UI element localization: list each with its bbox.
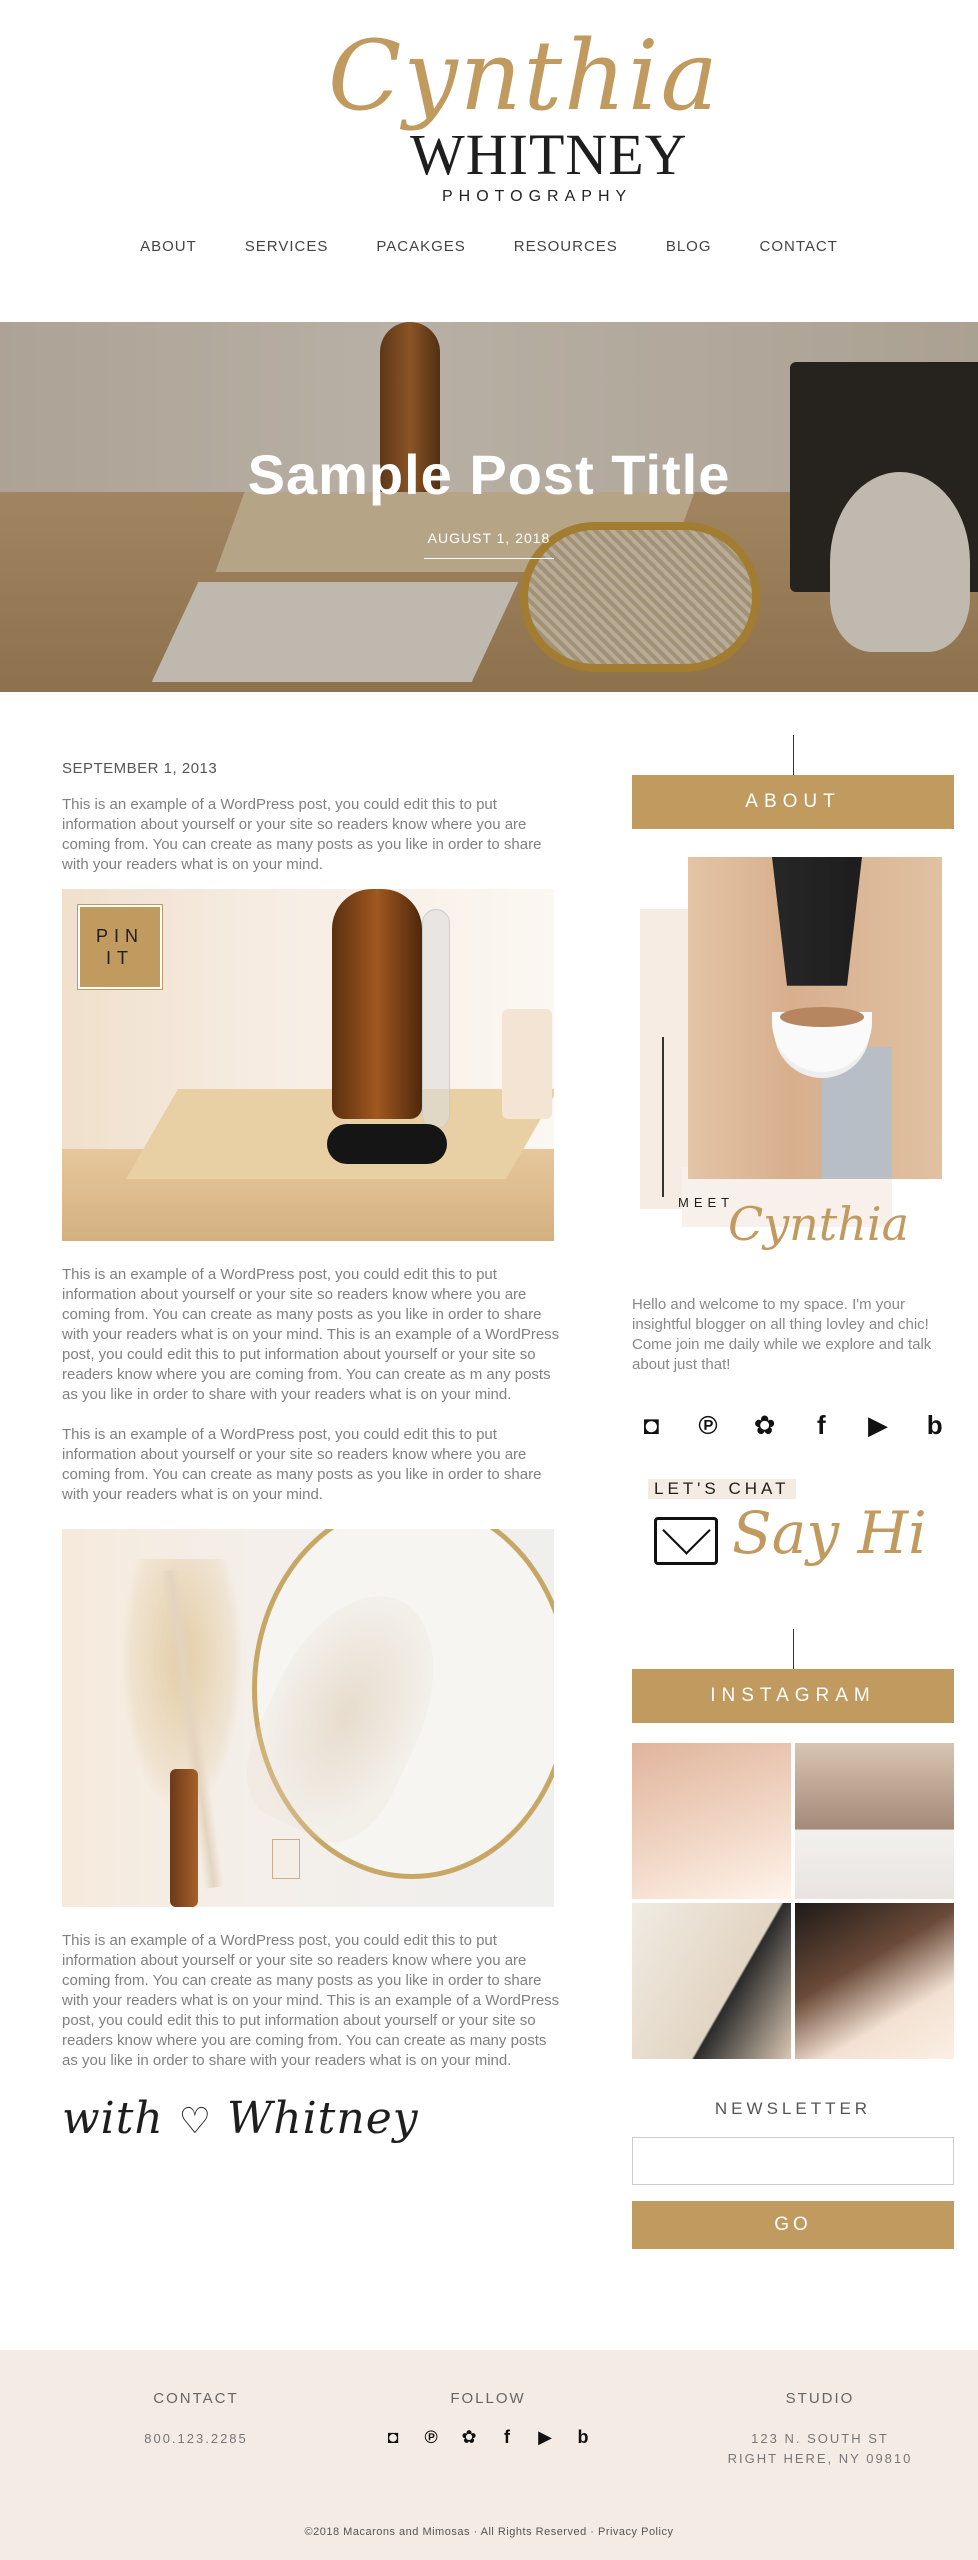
hero-divider	[424, 558, 554, 559]
site-logo[interactable]: Cynthia WHITNEY PHOTOGRAPHY	[320, 28, 718, 218]
nav-about[interactable]: ABOUT	[140, 238, 197, 255]
footer-phone[interactable]: 800.123.2285	[96, 2429, 296, 2449]
instagram-connector-line	[792, 1629, 794, 1669]
image-outlet	[272, 1839, 300, 1879]
post-paragraph-4: This is an example of a WordPress post, …	[62, 1932, 560, 2069]
nav-resources[interactable]: RESOURCES	[514, 238, 618, 255]
post-paragraph-2: This is an example of a WordPress post, …	[62, 1266, 560, 1403]
copyright-text: ©2018 Macarons and Mimosas · All Rights …	[304, 2526, 674, 2538]
footer-contact: CONTACT 800.123.2285	[96, 2390, 296, 2449]
site-footer: CONTACT 800.123.2285 FOLLOW ◘ ℗ ✿ f ▶ b …	[0, 2350, 978, 2560]
footer-address-line2: RIGHT HERE, NY 09810	[727, 2451, 913, 2466]
about-heading: ABOUT	[632, 775, 954, 829]
pin-it-label-1: PIN	[95, 926, 144, 946]
signature: with ♡ Whitney	[62, 2093, 560, 2144]
footer-address: 123 N. SOUTH ST RIGHT HERE, NY 09810	[690, 2429, 950, 2469]
about-bg-accent	[640, 909, 690, 1209]
image-jar	[502, 1009, 552, 1119]
logo-surname: WHITNEY	[410, 122, 688, 187]
instagram-icon[interactable]: ◘	[632, 1405, 671, 1445]
nav-services[interactable]: SERVICES	[245, 238, 329, 255]
about-connector-line	[792, 735, 794, 775]
bloglovin-circle-icon[interactable]: ✿	[745, 1405, 784, 1445]
post-date: SEPTEMBER 1, 2013	[62, 760, 218, 777]
nav-packages[interactable]: PACAKGES	[376, 238, 465, 255]
post-image-pampas[interactable]	[62, 1529, 554, 1907]
signature-with: with	[62, 2093, 164, 2144]
facebook-icon[interactable]: f	[802, 1405, 841, 1445]
site-header: Cynthia WHITNEY PHOTOGRAPHY ABOUT SERVIC…	[0, 0, 978, 322]
post-paragraph-3: This is an example of a WordPress post, …	[62, 1426, 542, 1503]
image-vase	[332, 889, 422, 1119]
footer-follow: FOLLOW ◘ ℗ ✿ f ▶ b	[368, 2390, 608, 2451]
instagram-grid	[632, 1743, 954, 2059]
post-paragraph-1: This is an example of a WordPress post, …	[62, 796, 542, 873]
bloglovin-circle-icon[interactable]: ✿	[455, 2423, 483, 2451]
lets-chat-block[interactable]: LET'S CHAT Say Hi	[632, 1469, 954, 1629]
hero-overlay	[0, 322, 978, 692]
instagram-photo[interactable]	[632, 1743, 791, 1899]
meet-label: MEET	[678, 1195, 735, 1210]
post-image-vanity[interactable]: PIN IT	[62, 889, 554, 1241]
pinterest-icon[interactable]: ℗	[417, 2423, 445, 2451]
social-links: ◘ ℗ ✿ f ▶ b	[632, 1405, 954, 1445]
image-vase	[170, 1769, 198, 1907]
pin-it-label-2: IT	[106, 948, 134, 968]
meet-script-name: Cynthia	[728, 1197, 910, 1251]
instagram-icon[interactable]: ◘	[379, 2423, 407, 2451]
footer-social-links: ◘ ℗ ✿ f ▶ b	[368, 2423, 608, 2451]
youtube-icon[interactable]: ▶	[531, 2423, 559, 2451]
facebook-icon[interactable]: f	[493, 2423, 521, 2451]
page: Cynthia WHITNEY PHOTOGRAPHY ABOUT SERVIC…	[0, 0, 978, 2560]
pin-it-button[interactable]: PIN IT	[77, 904, 163, 990]
instagram-photo[interactable]	[632, 1903, 791, 2059]
newsletter-go-button[interactable]: GO	[632, 2201, 954, 2249]
bloglovin-icon[interactable]: b	[569, 2423, 597, 2451]
instagram-photo[interactable]	[795, 1903, 954, 2059]
newsletter-email-input[interactable]	[632, 2137, 954, 2185]
post-content: SEPTEMBER 1, 2013 This is an example of …	[62, 760, 560, 2144]
hero-date: AUGUST 1, 2018	[427, 530, 551, 546]
footer-studio: STUDIO 123 N. SOUTH ST RIGHT HERE, NY 09…	[690, 2390, 950, 2469]
instagram-photo[interactable]	[795, 1743, 954, 1899]
say-hi-script: Say Hi	[732, 1499, 927, 1567]
footer-contact-title: CONTACT	[153, 2390, 239, 2407]
nav-blog[interactable]: BLOG	[666, 238, 712, 255]
photo-coffee-foam	[780, 1007, 864, 1027]
bloglovin-icon[interactable]: b	[915, 1405, 954, 1445]
lets-chat-label: LET'S CHAT	[648, 1479, 796, 1499]
instagram-heading: INSTAGRAM	[632, 1669, 954, 1723]
logo-subtitle: PHOTOGRAPHY	[442, 188, 633, 205]
logo-script-name: Cynthia	[328, 20, 720, 132]
about-photo-block: MEET Cynthia	[632, 857, 954, 1297]
heart-icon: ♡	[178, 2101, 213, 2142]
youtube-icon[interactable]: ▶	[859, 1405, 898, 1445]
image-sunglasses	[327, 1124, 447, 1164]
image-bottle	[422, 909, 450, 1129]
hero-banner: Sample Post Title AUGUST 1, 2018	[0, 322, 978, 692]
mail-icon	[654, 1517, 718, 1565]
about-text: Hello and welcome to my space. I'm your …	[632, 1296, 932, 1373]
footer-follow-title: FOLLOW	[450, 2390, 526, 2407]
pinterest-icon[interactable]: ℗	[689, 1405, 728, 1445]
footer-studio-title: STUDIO	[785, 2390, 855, 2407]
about-accent-bar	[662, 1037, 664, 1197]
signature-name: Whitney	[227, 2093, 419, 2144]
footer-address-line1: 123 N. SOUTH ST	[751, 2431, 889, 2446]
nav-contact[interactable]: CONTACT	[760, 238, 838, 255]
sidebar: ABOUT MEET Cynthia Hello and welcome to …	[632, 735, 954, 2249]
main-nav: ABOUT SERVICES PACAKGES RESOURCES BLOG C…	[0, 238, 978, 255]
newsletter-heading: NEWSLETTER	[714, 2099, 872, 2118]
post-title: Sample Post Title	[247, 443, 731, 506]
